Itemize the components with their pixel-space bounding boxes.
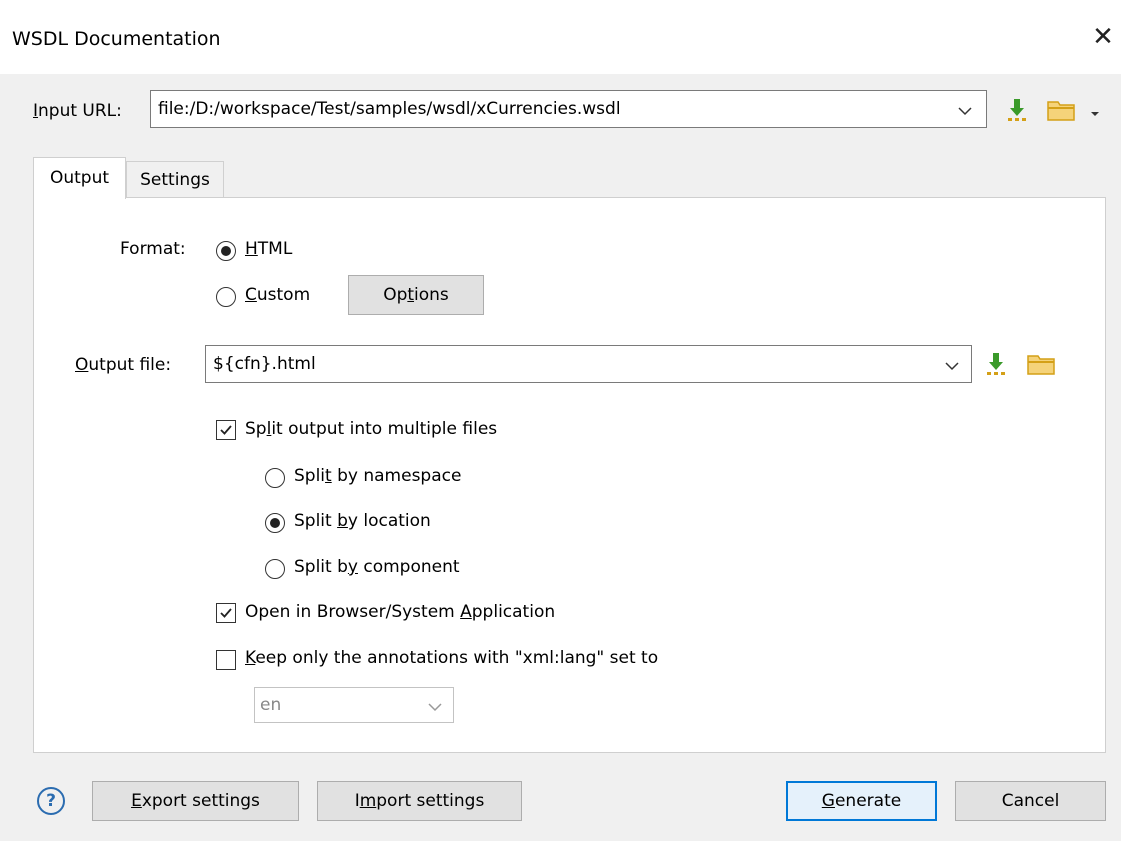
- radio-selected-dot: [270, 518, 280, 528]
- radio-split-by-component[interactable]: [265, 559, 285, 579]
- input-url-combo[interactable]: file:/D:/workspace/Test/samples/wsdl/xCu…: [150, 90, 987, 128]
- radio-split-by-namespace[interactable]: [265, 468, 285, 488]
- open-in-browser-checkbox[interactable]: [216, 603, 236, 623]
- split-by-namespace-label[interactable]: Split by namespace: [294, 466, 461, 486]
- split-output-label[interactable]: Split output into multiple files: [245, 419, 497, 439]
- radio-custom-label[interactable]: Custom: [245, 285, 310, 305]
- generate-button[interactable]: Generate: [786, 781, 937, 821]
- keep-annotations-label[interactable]: Keep only the annotations with "xml:lang…: [245, 648, 658, 668]
- options-button[interactable]: Options: [348, 275, 484, 315]
- input-url-value[interactable]: file:/D:/workspace/Test/samples/wsdl/xCu…: [158, 91, 621, 127]
- split-by-location-label[interactable]: Split by location: [294, 511, 431, 531]
- close-icon[interactable]: ✕: [1088, 22, 1118, 52]
- window-title: WSDL Documentation: [12, 28, 221, 50]
- radio-html-label[interactable]: HTML: [245, 239, 292, 259]
- split-by-component-label[interactable]: Split by component: [294, 557, 460, 577]
- export-settings-button[interactable]: Export settings: [92, 781, 299, 821]
- import-settings-button[interactable]: Import settings: [317, 781, 522, 821]
- browse-folder-icon[interactable]: [1026, 351, 1058, 377]
- tab-output[interactable]: Output: [33, 157, 126, 199]
- format-label: Format:: [120, 239, 186, 259]
- chevron-down-icon: [425, 696, 445, 716]
- help-icon[interactable]: ?: [37, 787, 65, 815]
- radio-selected-dot: [221, 246, 231, 256]
- open-in-browser-label[interactable]: Open in Browser/System Application: [245, 602, 555, 622]
- lang-select-value: en: [260, 695, 282, 715]
- split-output-checkbox[interactable]: [216, 420, 236, 440]
- radio-html[interactable]: [216, 241, 236, 261]
- dropdown-arrow-icon[interactable]: [1089, 104, 1101, 124]
- output-file-label: Output file:: [75, 355, 172, 375]
- checkmark-icon: [220, 608, 232, 618]
- output-panel: [33, 197, 1106, 753]
- radio-custom[interactable]: [216, 287, 236, 307]
- input-url-label: Input URL:: [33, 101, 122, 121]
- keep-annotations-checkbox[interactable]: [216, 650, 236, 670]
- output-file-combo[interactable]: ${cfn}.html: [205, 345, 972, 383]
- tab-settings[interactable]: Settings: [126, 161, 224, 197]
- chevron-down-icon[interactable]: [955, 100, 975, 120]
- chevron-down-icon[interactable]: [942, 355, 962, 375]
- insert-editor-variables-icon[interactable]: [1004, 97, 1030, 123]
- browse-folder-icon[interactable]: [1046, 97, 1078, 123]
- radio-split-by-location[interactable]: [265, 513, 285, 533]
- cancel-button[interactable]: Cancel: [955, 781, 1106, 821]
- insert-editor-variables-icon[interactable]: [983, 351, 1009, 377]
- lang-select: en: [254, 687, 454, 723]
- checkmark-icon: [220, 425, 232, 435]
- output-file-value[interactable]: ${cfn}.html: [213, 346, 316, 382]
